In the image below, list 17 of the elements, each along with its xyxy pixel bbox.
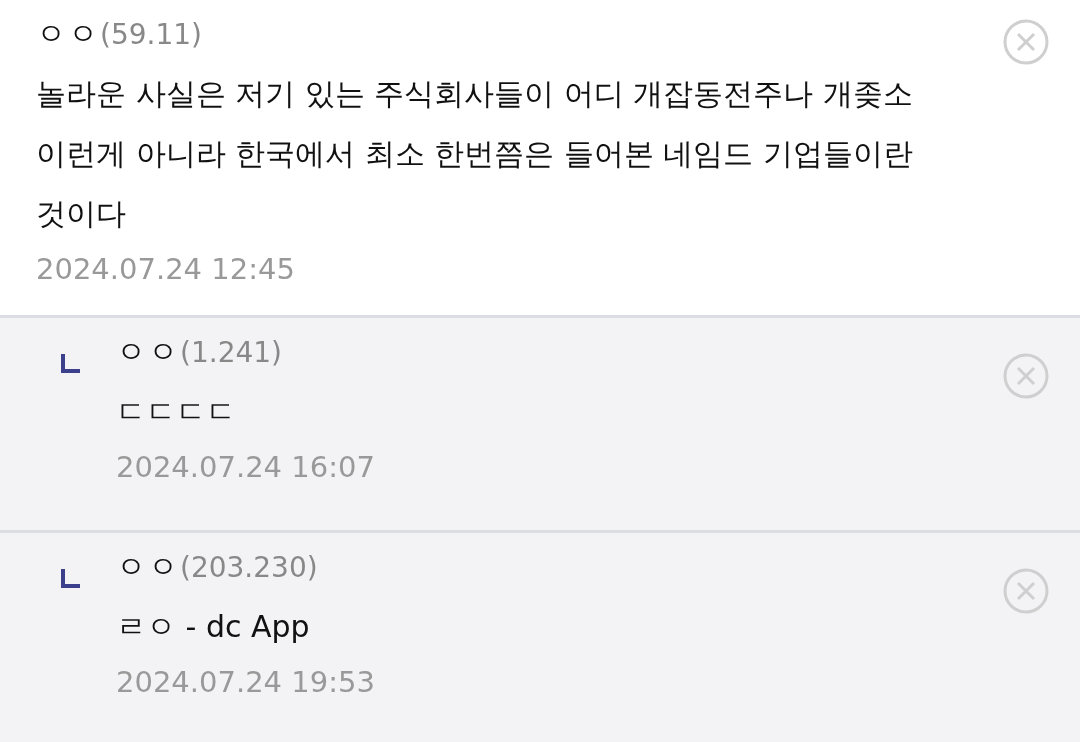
author-ip: (203.230) xyxy=(180,551,318,584)
comment-text: ㄹㅇ - dc App xyxy=(116,608,311,646)
comment-text: 놀라운 사실은 저기 있는 주식회사들이 어디 개잡동전주나 개좆소 이런게 아니라 한국에서 최소 한번쯤은 들어본 네임드 기업들이란 것이다 xyxy=(36,75,914,233)
author-name: ㅇㅇ xyxy=(36,15,100,53)
author-ip: (59.11) xyxy=(100,18,202,51)
delete-icon[interactable] xyxy=(1002,18,1050,66)
author-name: ㅇㅇ xyxy=(116,333,180,371)
delete-icon[interactable] xyxy=(1002,567,1050,615)
author-name: ㅇㅇ xyxy=(116,548,180,586)
comment-date: 2024.07.24 12:45 xyxy=(36,251,296,288)
reply-indicator-icon xyxy=(60,567,82,589)
comment-date: 2024.07.24 19:53 xyxy=(116,664,376,701)
author-ip: (1.241) xyxy=(180,336,282,369)
reply-indicator-icon xyxy=(60,352,82,374)
comment-date: 2024.07.24 16:07 xyxy=(116,449,376,486)
delete-icon[interactable] xyxy=(1002,352,1050,400)
comment-text: ㄷㄷㄷㄷ xyxy=(116,393,237,431)
